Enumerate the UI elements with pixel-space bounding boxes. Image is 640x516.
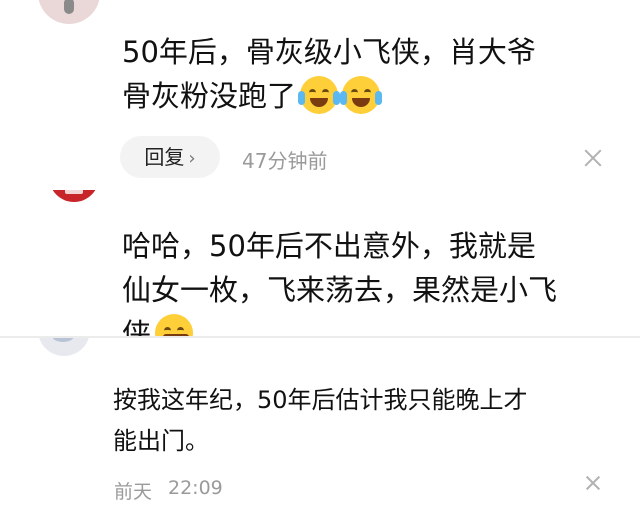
comment-card: 50年后，骨灰级小飞侠，肖大爷 骨灰粉没跑了 回复 › 47分钟前 xyxy=(0,0,640,190)
reply-button[interactable]: 回复 › xyxy=(120,136,220,178)
comment-line: 仙女一枚，飞来荡去，果然是小飞 xyxy=(122,273,558,307)
laugh-cry-emoji-icon xyxy=(340,76,383,114)
avatar[interactable] xyxy=(49,190,99,202)
comment-text: 50年后，骨灰级小飞侠，肖大爷 骨灰粉没跑了 xyxy=(122,30,602,118)
comment-card: 哈哈，50年后不出意外，我就是 仙女一枚，飞来荡去，果然是小飞 侠 xyxy=(0,190,640,336)
close-icon[interactable] xyxy=(584,474,602,492)
comment-line: 50年后，骨灰级小飞侠，肖大爷 xyxy=(122,35,536,69)
comment-text: 哈哈，50年后不出意外，我就是 仙女一枚，飞来荡去，果然是小飞 侠 xyxy=(122,224,602,336)
comment-card: 按我这年纪，50年后估计我只能晚上才 能出门。 前天 22:09 xyxy=(0,338,640,516)
grin-emoji-icon xyxy=(155,314,194,336)
comment-line-text: 侠 xyxy=(122,317,152,336)
comment-date: 前天 xyxy=(114,481,153,503)
chevron-right-icon: › xyxy=(188,148,196,169)
close-icon[interactable] xyxy=(582,147,604,169)
comment-line: 侠 xyxy=(122,312,602,336)
comment-line: 哈哈，50年后不出意外，我就是 xyxy=(122,229,536,263)
comment-time: 22:09 xyxy=(168,477,223,499)
microphone-icon xyxy=(64,0,74,14)
comment-text: 按我这年纪，50年后估计我只能晚上才 能出门。 xyxy=(113,380,613,462)
comment-line: 骨灰粉没跑了 xyxy=(122,74,602,118)
reply-label: 回复 xyxy=(144,145,185,169)
avatar[interactable] xyxy=(38,338,90,356)
avatar-logo xyxy=(65,190,83,194)
avatar-logo xyxy=(52,338,74,342)
comment-line: 能出门。 xyxy=(113,427,209,455)
avatar[interactable] xyxy=(38,0,100,24)
comment-line: 按我这年纪，50年后估计我只能晚上才 xyxy=(113,386,528,414)
comment-line-text: 骨灰粉没跑了 xyxy=(122,79,297,113)
laugh-cry-emoji-icon xyxy=(298,76,341,114)
comment-time: 47分钟前 xyxy=(242,149,328,173)
